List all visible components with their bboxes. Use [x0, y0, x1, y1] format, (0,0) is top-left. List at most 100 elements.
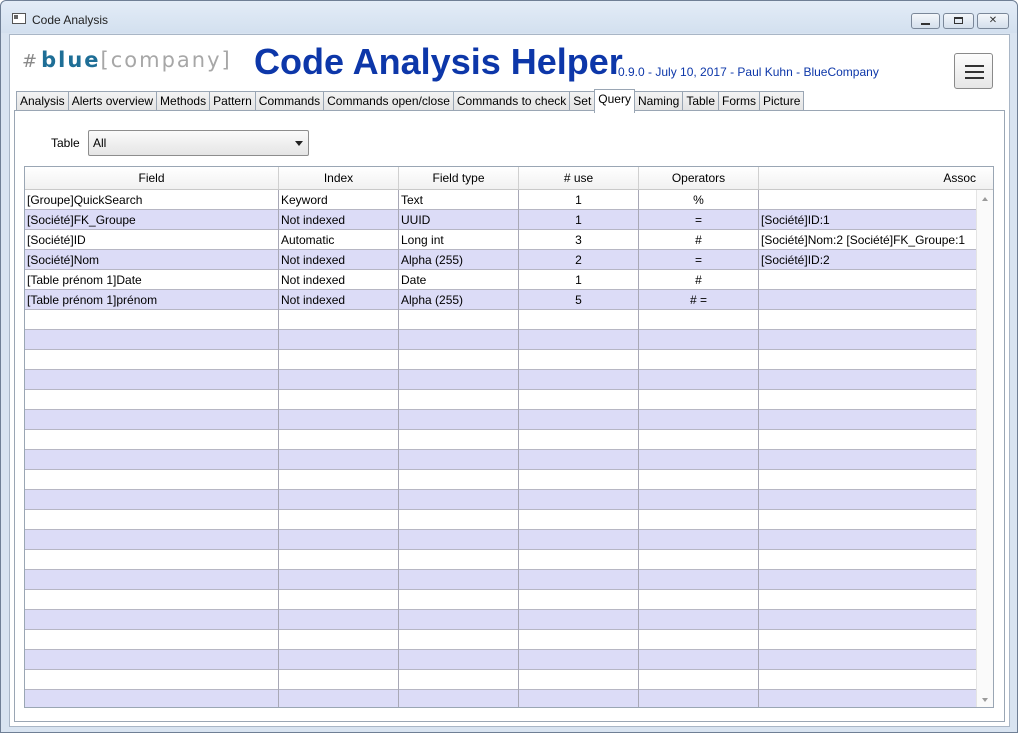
table-cell [25, 550, 279, 570]
hamburger-icon-line [965, 77, 984, 79]
table-cell [519, 650, 639, 670]
tab-set[interactable]: Set [569, 91, 596, 112]
table-cell [399, 670, 519, 690]
table-cell [759, 370, 976, 390]
app-version: 0.9.0 - July 10, 2017 - Paul Kuhn - Blue… [618, 65, 879, 79]
tab-table[interactable]: Table [682, 91, 720, 112]
minimize-button[interactable] [911, 13, 940, 29]
table-cell [759, 510, 976, 530]
table-cell: Not indexed [279, 250, 399, 270]
table-cell: [Société]ID:2 [761, 253, 830, 267]
table-cell [759, 310, 976, 330]
table-filter-select[interactable]: All [88, 130, 309, 156]
table-cell: Alpha (255) [399, 290, 519, 310]
scroll-down-icon[interactable] [982, 698, 988, 702]
app-window: Code Analysis ✕ # blue[company] Code Anal… [0, 0, 1018, 733]
table-cell: = [639, 210, 759, 230]
table-cell [399, 630, 519, 650]
maximize-button[interactable] [943, 13, 974, 29]
tab-commands[interactable]: Commands [254, 91, 325, 112]
empty-table-row[interactable] [25, 670, 976, 690]
query-fields-grid[interactable]: Field Index Field type # use Operators Assoc … [24, 166, 994, 708]
table-row[interactable]: [Table prénom 1]Date Not indexed Date 1 # [25, 270, 976, 290]
column-header[interactable]: Assoc [759, 167, 993, 189]
empty-table-row[interactable] [25, 530, 976, 550]
empty-table-row[interactable] [25, 470, 976, 490]
tab-pattern[interactable]: Pattern [209, 91, 256, 112]
table-cell [519, 690, 639, 707]
vertical-scrollbar[interactable] [976, 190, 993, 707]
tab-forms[interactable]: Forms [718, 91, 761, 112]
table-cell [639, 370, 759, 390]
empty-table-row[interactable] [25, 650, 976, 670]
tab-commands-open-close[interactable]: Commands open/close [323, 91, 454, 112]
table-cell [25, 450, 279, 470]
company-logo: # blue[company] [22, 48, 232, 72]
empty-table-row[interactable] [25, 330, 976, 350]
table-cell [759, 590, 976, 610]
app-title: Code Analysis Helper [254, 41, 623, 82]
logo-company-text: [company] [100, 48, 232, 72]
empty-table-row[interactable] [25, 490, 976, 510]
table-cell [279, 350, 399, 370]
table-cell [519, 470, 639, 490]
empty-table-row[interactable] [25, 390, 976, 410]
empty-table-row[interactable] [25, 690, 976, 707]
empty-table-row[interactable] [25, 310, 976, 330]
table-cell [399, 690, 519, 707]
table-cell [399, 410, 519, 430]
table-cell [759, 390, 976, 410]
table-cell [279, 410, 399, 430]
table-cell [279, 670, 399, 690]
empty-table-row[interactable] [25, 550, 976, 570]
table-cell: 2 [519, 250, 639, 270]
column-header[interactable]: Field type [399, 167, 519, 189]
table-row[interactable]: [Groupe]QuickSearch Keyword Text 1% [25, 190, 976, 210]
table-cell [639, 570, 759, 590]
empty-table-row[interactable] [25, 570, 976, 590]
table-cell [25, 330, 279, 350]
table-cell [279, 690, 399, 707]
empty-table-row[interactable] [25, 450, 976, 470]
tab-naming[interactable]: Naming [633, 91, 684, 112]
empty-table-row[interactable] [25, 370, 976, 390]
empty-table-row[interactable] [25, 610, 976, 630]
scroll-up-icon[interactable] [982, 197, 988, 201]
empty-table-row[interactable] [25, 630, 976, 650]
table-row[interactable]: [Société]Nom Not indexed Alpha (255) 2 = [Soc… [25, 250, 976, 270]
empty-table-row[interactable] [25, 350, 976, 370]
table-row[interactable]: [Société]FK_Groupe Not indexed UUID 1 = [Soci… [25, 210, 976, 230]
table-cell [759, 330, 976, 350]
table-row[interactable]: [Table prénom 1]prénom Not indexed Alpha (… [25, 290, 976, 310]
empty-table-row[interactable] [25, 510, 976, 530]
table-cell: % [639, 190, 759, 210]
title-bar[interactable]: Code Analysis ✕ [1, 1, 1017, 33]
table-cell [759, 350, 976, 370]
table-cell: Not indexed [279, 290, 399, 310]
tab-commands-to-check[interactable]: Commands to check [452, 91, 571, 112]
tab-picture[interactable]: Picture [759, 91, 805, 112]
table-cell [639, 310, 759, 330]
window-title: Code Analysis [32, 13, 109, 27]
empty-table-row[interactable] [25, 430, 976, 450]
tab-query[interactable]: Query [594, 89, 635, 113]
column-header[interactable]: Operators [639, 167, 759, 189]
tab-methods[interactable]: Methods [156, 91, 211, 112]
column-header[interactable]: Index [279, 167, 399, 189]
table-row[interactable]: [Société]ID Automatic Long int 3 # [Société]N… [25, 230, 976, 250]
column-header[interactable]: Field [25, 167, 279, 189]
table-cell [639, 450, 759, 470]
table-cell: # = [639, 290, 759, 310]
grid-body[interactable]: [Groupe]QuickSearch Keyword Text 1% [Société… [25, 190, 976, 707]
empty-table-row[interactable] [25, 410, 976, 430]
hamburger-menu-button[interactable] [954, 53, 993, 89]
column-header[interactable]: # use [519, 167, 639, 189]
tab-alerts-overview[interactable]: Alerts overview [67, 91, 158, 112]
table-cell [399, 450, 519, 470]
tab-analysis[interactable]: Analysis [16, 91, 69, 112]
close-button[interactable]: ✕ [977, 13, 1009, 29]
empty-table-row[interactable] [25, 590, 976, 610]
table-cell [759, 190, 976, 210]
table-cell [279, 570, 399, 590]
table-cell [399, 470, 519, 490]
